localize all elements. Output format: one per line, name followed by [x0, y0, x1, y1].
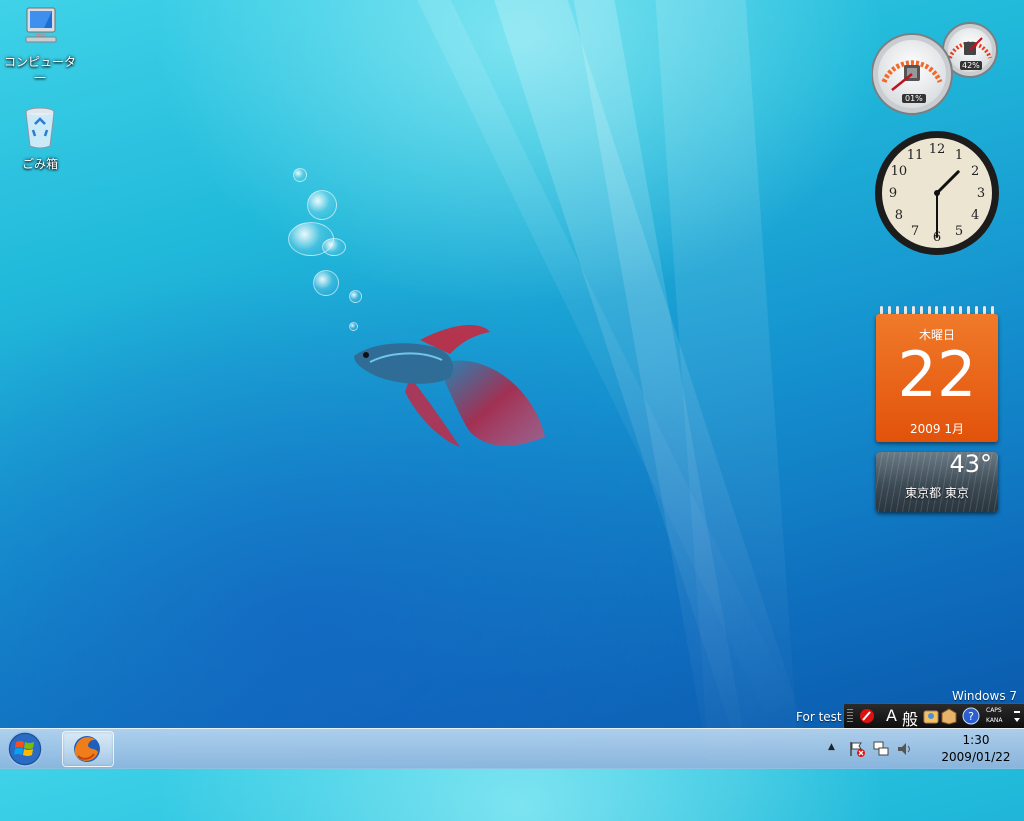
- betta-fish-image: [354, 325, 545, 447]
- help-icon[interactable]: ?: [962, 707, 980, 725]
- langbar-options-icon[interactable]: [1012, 707, 1022, 725]
- desktop-icon-label: コンピュータ —: [3, 55, 76, 84]
- memory-usage-label: 42%: [960, 61, 982, 70]
- clock-numeral: 1: [955, 148, 963, 163]
- bubble: [307, 190, 337, 220]
- action-center-flag-icon[interactable]: [848, 740, 866, 758]
- clock-numeral: 12: [929, 142, 946, 157]
- cpu-meter-gadget[interactable]: 01% 42%: [871, 20, 1000, 116]
- bubble: [322, 238, 346, 256]
- show-hidden-icons-button[interactable]: ▲: [828, 742, 835, 752]
- input-mode-button[interactable]: A: [886, 706, 897, 725]
- bubble: [313, 270, 339, 296]
- watermark-windows-version: Windows 7: [952, 689, 1018, 703]
- recycle-bin-icon: [25, 107, 55, 149]
- start-button[interactable]: [4, 730, 46, 768]
- bubble: [349, 290, 362, 303]
- ime-pad-icon[interactable]: [922, 707, 940, 725]
- dictionary-icon[interactable]: [940, 707, 958, 725]
- weather-temperature: 43°: [949, 452, 992, 478]
- taskbar-clock-time: 1:30: [962, 733, 990, 747]
- clock-numeral: 8: [895, 208, 903, 223]
- caps-indicator: CAPS: [986, 707, 1002, 714]
- taskbar: ▲ 1:30 2009/01/22: [0, 728, 1024, 769]
- clock-numeral: 2: [971, 164, 979, 179]
- clock-numeral: 11: [907, 148, 924, 163]
- watermark-test-notice: For test: [796, 710, 842, 724]
- clock-numeral: 7: [911, 224, 919, 239]
- volume-icon[interactable]: [896, 740, 914, 758]
- desktop-icon-label: ごみ箱: [21, 157, 58, 171]
- network-icon[interactable]: [872, 740, 890, 758]
- calendar-page: 木曜日 22 2009 1月: [876, 314, 998, 442]
- notification-area: ▲ 1:30 2009/01/22: [818, 729, 1024, 769]
- weather-location: 東京都 東京: [905, 486, 969, 500]
- language-bar[interactable]: A 般 ? CAPS KANA: [843, 703, 1024, 729]
- desktop-icon-computer[interactable]: コンピュータ —: [0, 6, 80, 85]
- clock-gadget[interactable]: 121234567891011: [874, 130, 1000, 256]
- ime-pen-icon[interactable]: [858, 707, 876, 725]
- calendar-year-month: 2009 1月: [910, 422, 964, 436]
- ime-mode-button[interactable]: 般: [902, 706, 918, 730]
- langbar-grip-icon: [847, 709, 853, 722]
- clock-numeral: 4: [971, 208, 979, 223]
- analog-clock: 121234567891011: [875, 131, 999, 255]
- kana-indicator: KANA: [986, 717, 1003, 724]
- clock-numeral: 9: [889, 186, 897, 201]
- taskbar-clock-date: 2009/01/22: [941, 750, 1011, 764]
- svg-text:?: ?: [968, 710, 974, 723]
- cpu-usage-label: 01%: [902, 94, 926, 103]
- clock-numeral: 3: [977, 186, 985, 201]
- clock-numeral: 10: [891, 164, 908, 179]
- caps-kana-indicator: CAPS KANA: [986, 706, 1003, 726]
- windows-logo-icon: [7, 731, 43, 767]
- bubble: [293, 168, 307, 182]
- calendar-gadget[interactable]: 木曜日 22 2009 1月: [876, 306, 998, 442]
- computer-icon: [25, 7, 57, 43]
- taskbar-firefox-button[interactable]: [62, 731, 114, 767]
- taskbar-clock[interactable]: 1:30 2009/01/22: [936, 732, 1016, 766]
- clock-numeral: 5: [955, 224, 963, 239]
- desktop-icon-recycle-bin[interactable]: ごみ箱: [0, 106, 80, 172]
- firefox-icon: [74, 736, 100, 762]
- weather-gadget[interactable]: 43° 東京都 東京: [876, 452, 998, 512]
- calendar-date: 22: [897, 338, 977, 411]
